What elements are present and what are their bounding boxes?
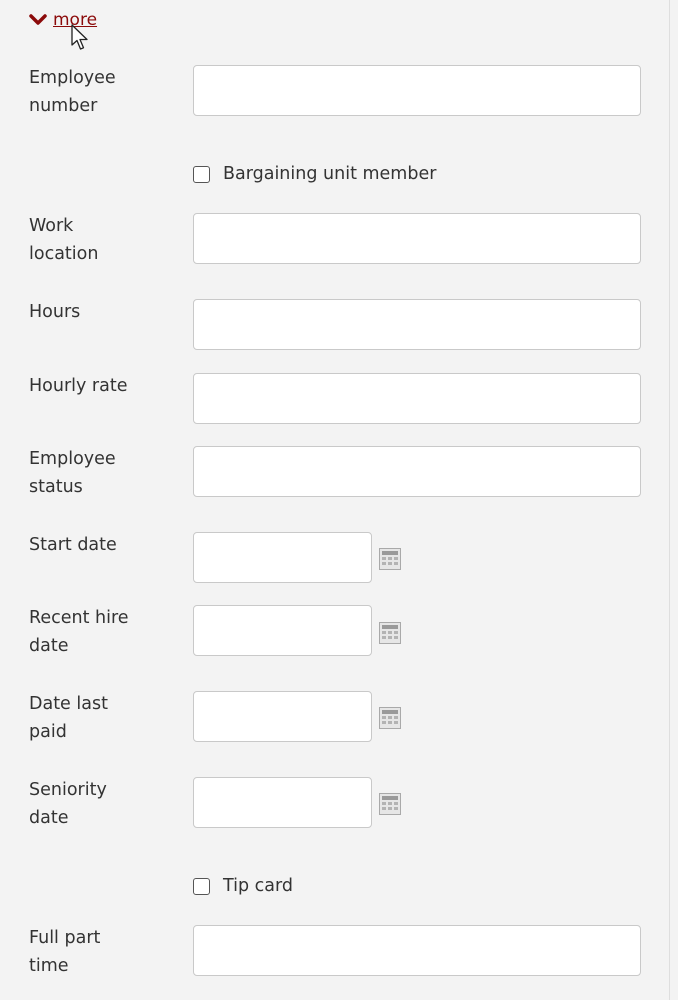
start-date-input[interactable] [193, 532, 372, 583]
start-date-label: Start date [29, 535, 117, 555]
tip-card-checkbox[interactable] [193, 877, 210, 895]
hourly-rate-input[interactable] [193, 373, 641, 424]
employee-number-input[interactable] [193, 65, 641, 116]
more-toggle-link[interactable]: more [29, 8, 97, 32]
date-last-paid-input[interactable] [193, 691, 372, 742]
hourly-rate-label: Hourly rate [29, 376, 128, 396]
employee-number-label: Employee number [29, 68, 116, 116]
calendar-icon[interactable] [379, 548, 401, 570]
date-last-paid-label: Date last paid [29, 694, 108, 742]
more-toggle-label: more [53, 10, 98, 30]
calendar-icon[interactable] [379, 622, 401, 644]
full-part-time-input[interactable] [193, 925, 641, 976]
recent-hire-date-input[interactable] [193, 605, 372, 656]
seniority-date-label: Seniority date [29, 780, 107, 828]
tip-card-label: Tip card [223, 876, 294, 896]
hours-label: Hours [29, 302, 81, 322]
calendar-icon[interactable] [379, 793, 401, 815]
employee-status-input[interactable] [193, 446, 641, 497]
seniority-date-input[interactable] [193, 777, 372, 828]
chevron-down-icon [29, 14, 47, 25]
bargaining-unit-label: Bargaining unit member [223, 164, 437, 184]
work-location-input[interactable] [193, 213, 641, 264]
employee-status-label: Employee status [29, 449, 116, 497]
tip-card-row[interactable]: Tip card [193, 872, 293, 900]
work-location-label: Work location [29, 216, 99, 264]
calendar-icon[interactable] [379, 707, 401, 729]
full-part-time-label: Full part time [29, 928, 101, 976]
bargaining-unit-row[interactable]: Bargaining unit member [193, 160, 436, 188]
recent-hire-date-label: Recent hire date [29, 608, 129, 656]
hours-input[interactable] [193, 299, 641, 350]
bargaining-unit-checkbox[interactable] [193, 165, 210, 183]
employment-details-panel: more Employee number Bargaining unit mem… [0, 0, 670, 1000]
